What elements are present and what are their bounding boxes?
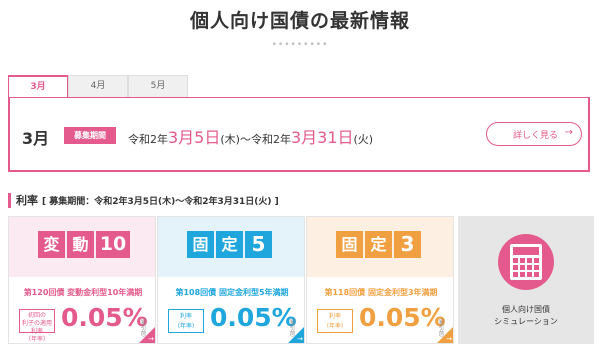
rate-label-line: 初回の [27,312,46,319]
bond-card-fixed-5[interactable]: 固 定 5 第108回債 固定金利型5年満期 利率 （年率） 0.05% （税引前… [157,216,305,344]
rate-label: 利率 （年率） [317,309,353,333]
period-to-suffix: (火) [353,133,374,146]
logo-char: 変 [38,231,65,258]
rate-label-line: 利率 [179,313,192,320]
page-title: 個人向け国債の最新情報 [189,10,410,32]
bond-logo-fixed-3: 固 定 3 [336,231,423,258]
bond-name: 第120回債 変動金利型10年満期 [23,288,143,297]
tab-may[interactable]: 5月 [128,75,188,98]
logo-char: 固 [336,231,363,258]
logo-char: 動 [67,231,94,258]
bond-name: 第118回債 固定金利型3年満期 [324,288,438,297]
period-badge: 募集期間 [64,127,116,144]
tab-april[interactable]: 4月 [68,75,128,98]
calculator-icon [510,244,542,280]
bond-logo-area: 固 定 5 [158,217,304,277]
logo-number: 5 [245,231,272,258]
period-from-prefix: 令和2年 [128,133,168,146]
details-button[interactable]: 詳しく見る → [486,122,582,146]
title-dots: ••••••••• [271,40,329,50]
period-to-date: 3月31日 [290,128,354,147]
period-month: 3月 [22,129,50,148]
bond-card-floating-10[interactable]: 変 動 10 第120回債 変動金利型10年満期 初回の 利子の適用利率 （年率） … [8,216,156,344]
month-tabs: 3月 4月 5月 [8,75,188,98]
logo-char: 固 [187,231,214,258]
rate-label-line: （年率） [173,323,198,330]
simulation-label-line2: シミュレーション [494,317,558,326]
rate-value: 0.05% [359,303,446,332]
rate-heading: 利率 [ 募集期間：令和2年3月5日(木)〜令和2年3月31日(火) ] [8,193,279,208]
bond-logo-area: 固 定 3 [307,217,453,277]
simulation-card[interactable]: 個人向け国債 シミュレーション [458,216,594,344]
period-from-suffix: (木)〜令和2年 [220,133,291,146]
arrow-right-icon: → [148,335,154,343]
rate-heading-period: [ 募集期間：令和2年3月5日(木)〜令和2年3月31日(火) ] [42,197,279,207]
logo-char: 定 [365,231,392,258]
tab-march[interactable]: 3月 [8,75,68,98]
rate-label: 初回の 利子の適用利率 （年率） [19,309,55,343]
arrow-right-icon: → [297,335,303,343]
rate-label-line: 利率 [328,313,341,320]
rate-heading-title: 利率 [16,194,38,207]
bond-logo-area: 変 動 10 [9,217,155,277]
arrow-right-icon: → [446,335,452,343]
period-panel: 3月 募集期間 令和2年3月5日(木)〜令和2年3月31日(火) 詳しく見る → [8,98,590,172]
rate-value: 0.05% [61,303,148,332]
bond-name: 第108回債 固定金利型5年満期 [175,288,289,297]
rate-label-line: 利子の適用利率 [21,320,52,335]
rate-value: 0.05% [210,303,297,332]
bond-logo-floating-10: 変 動 10 [38,231,132,258]
simulation-label: 個人向け国債 シミュレーション [458,304,594,328]
period-dates: 令和2年3月5日(木)〜令和2年3月31日(火) [128,124,373,148]
period-from-date: 3月5日 [168,128,221,147]
simulation-label-line1: 個人向け国債 [502,305,550,314]
arrow-right-icon: → [564,127,573,138]
logo-number: 10 [96,231,130,258]
logo-char: 定 [216,231,243,258]
rate-label: 利率 （年率） [168,309,204,333]
rate-label-line: （年率） [322,323,347,330]
rate-label-line: （年率） [24,336,49,343]
logo-number: 3 [394,231,421,258]
simulation-icon-circle [498,234,554,290]
bond-logo-fixed-5: 固 定 5 [187,231,274,258]
bond-card-fixed-3[interactable]: 固 定 3 第118回債 固定金利型3年満期 利率 （年率） 0.05% （税引前… [306,216,454,344]
details-button-label: 詳しく見る [513,131,559,141]
